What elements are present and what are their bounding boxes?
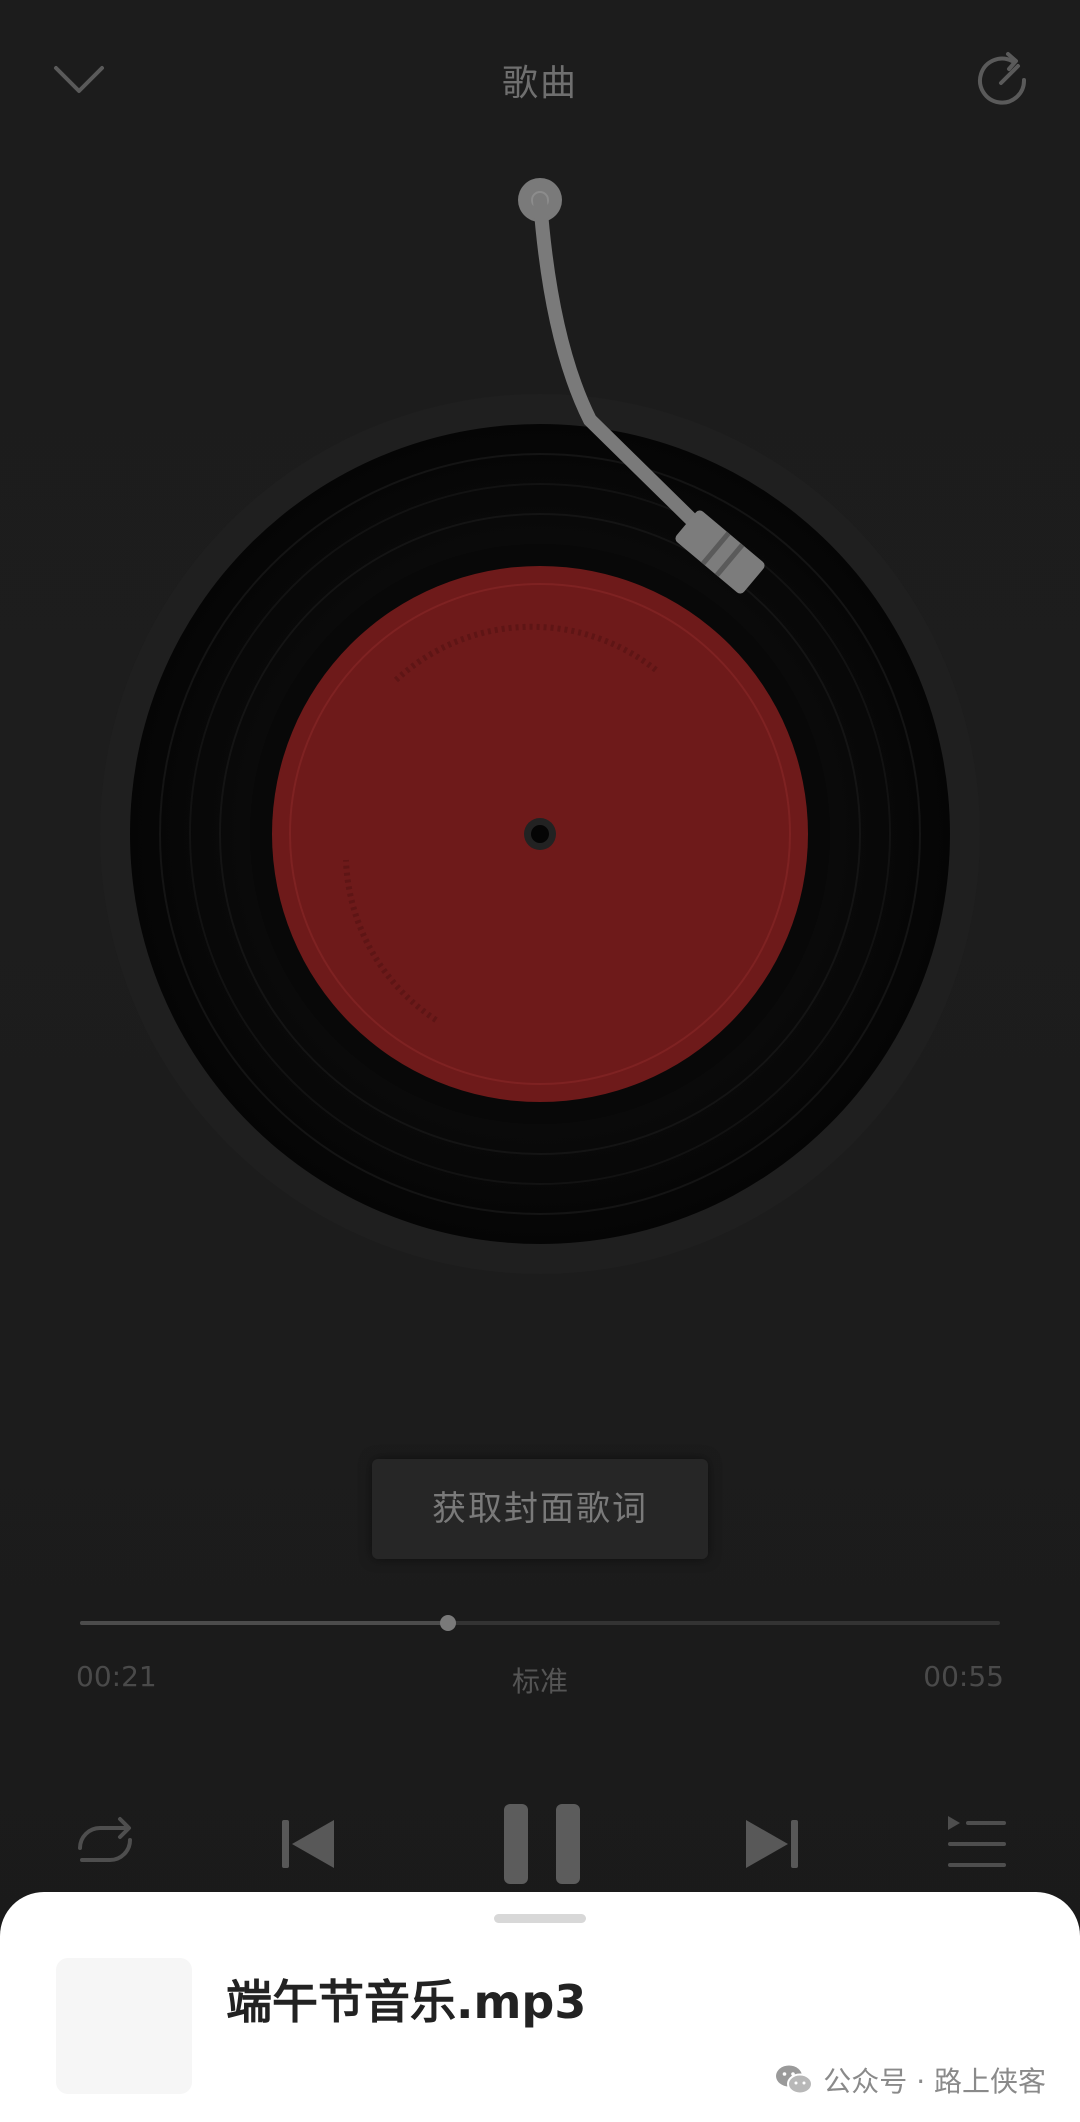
next-button[interactable] bbox=[742, 1816, 802, 1872]
playlist-icon bbox=[948, 1816, 1006, 1867]
repeat-button[interactable] bbox=[70, 1814, 140, 1874]
fetch-cover-lyrics-button[interactable]: 获取封面歌词 bbox=[372, 1459, 708, 1559]
player-screen: 歌曲 获取封面歌词 00:21 标准 00:55 端午节音乐.mp3 公众号 ·… bbox=[0, 0, 1080, 2122]
progress-bar[interactable] bbox=[80, 1615, 1000, 1631]
share-button[interactable] bbox=[972, 50, 1034, 112]
repeat-icon bbox=[78, 1817, 132, 1862]
share-icon bbox=[978, 52, 1027, 105]
sheet-handle[interactable] bbox=[494, 1914, 586, 1923]
watermark: 公众号 · 路上侠客 bbox=[775, 2060, 1046, 2100]
page-title: 歌曲 bbox=[501, 63, 578, 104]
watermark-text: 公众号 · 路上侠客 bbox=[823, 2065, 1046, 2098]
pause-button[interactable] bbox=[500, 1800, 584, 1888]
cover-thumbnail[interactable] bbox=[56, 1958, 192, 2094]
duration-time: 00:55 bbox=[923, 1660, 1004, 1693]
wechat-icon bbox=[776, 2065, 814, 2095]
now-playing-filename: 端午节音乐.mp3 bbox=[226, 1975, 587, 2029]
progress-fill bbox=[80, 1621, 448, 1625]
header: 歌曲 bbox=[0, 0, 1080, 160]
now-playing-sheet[interactable]: 端午节音乐.mp3 公众号 · 路上侠客 bbox=[0, 1892, 1080, 2122]
previous-button[interactable] bbox=[278, 1816, 338, 1872]
tonearm-icon bbox=[518, 178, 765, 594]
skip-previous-icon bbox=[282, 1820, 334, 1868]
playlist-button[interactable] bbox=[946, 1814, 1008, 1874]
pause-icon bbox=[504, 1804, 580, 1884]
progress-knob[interactable] bbox=[440, 1615, 456, 1631]
playback-speed[interactable]: 标准 bbox=[0, 1660, 1080, 1700]
skip-next-icon bbox=[746, 1820, 798, 1868]
